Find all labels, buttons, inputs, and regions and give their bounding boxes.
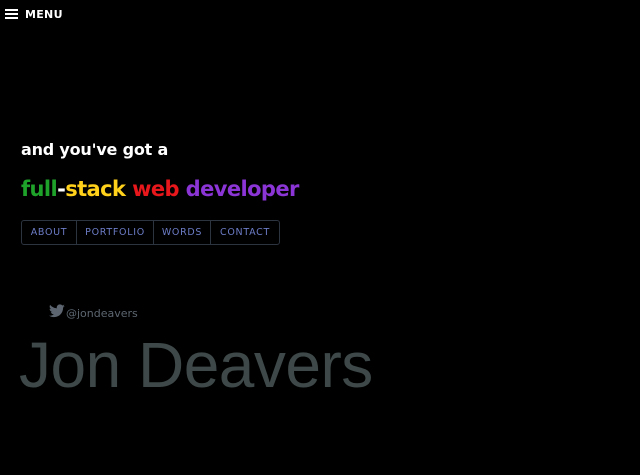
headline-word-full: full [21, 177, 58, 201]
hamburger-icon [5, 9, 18, 19]
headline-word-web: web [132, 177, 179, 201]
headline: full-stack web developer [21, 177, 299, 201]
headline-space [179, 177, 186, 201]
headline-hyphen: - [57, 177, 66, 201]
twitter-handle: @jondeavers [66, 307, 138, 320]
nav-portfolio-link[interactable]: PORTFOLIO [77, 221, 154, 244]
page-title: Jon Deavers [19, 329, 373, 401]
page: MENU and you've got a full-stack web dev… [0, 0, 640, 475]
nav-contact-link[interactable]: CONTACT [211, 221, 279, 244]
twitter-icon-path [49, 304, 65, 318]
intro-text: and you've got a [21, 140, 169, 159]
headline-word-stack: stack [65, 177, 126, 201]
twitter-icon [49, 304, 65, 318]
headline-word-developer: developer [185, 177, 300, 201]
nav-words-link[interactable]: WORDS [154, 221, 211, 244]
twitter-link[interactable]: @jondeavers [49, 304, 138, 321]
menu-label: MENU [25, 7, 63, 21]
menu-button[interactable]: MENU [5, 6, 63, 22]
section-nav: ABOUT PORTFOLIO WORDS CONTACT [21, 220, 280, 245]
nav-about-link[interactable]: ABOUT [22, 221, 77, 244]
